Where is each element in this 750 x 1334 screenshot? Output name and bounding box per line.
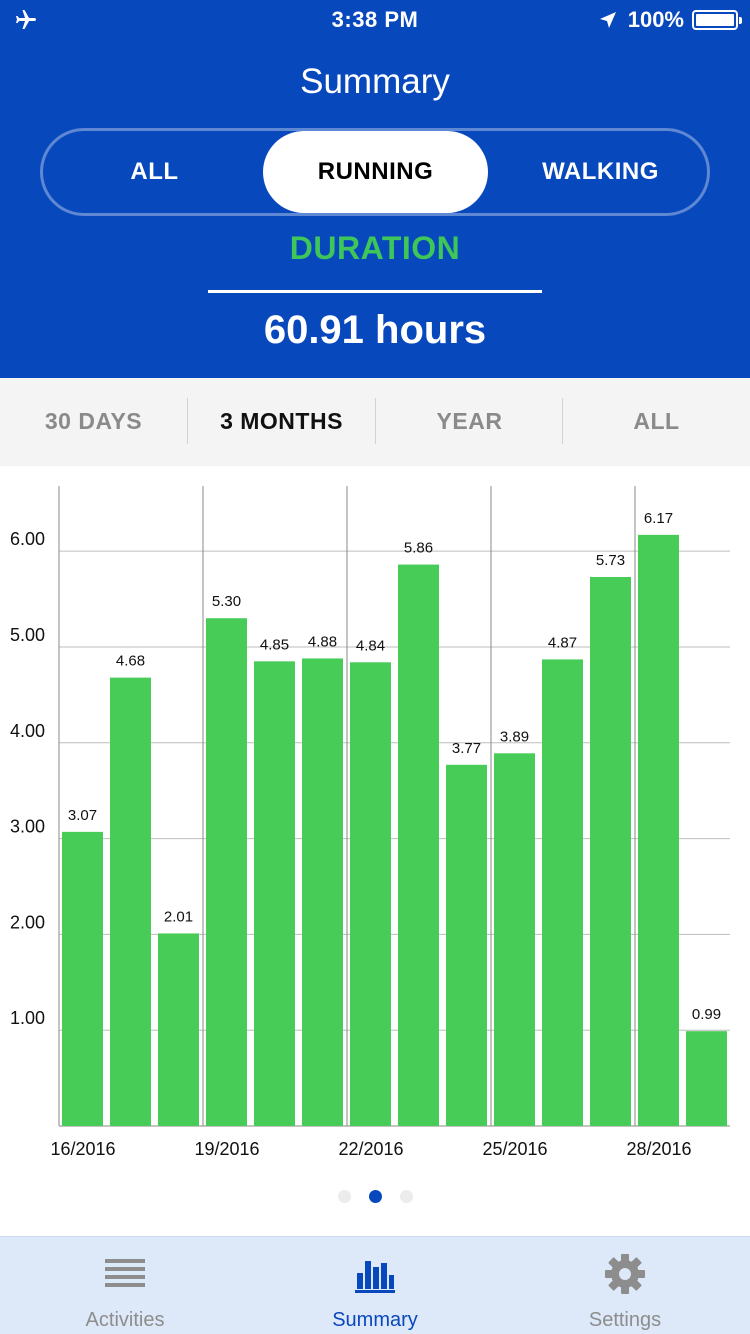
bar bbox=[254, 661, 295, 1126]
segment-all[interactable]: ALL bbox=[43, 131, 266, 213]
bar bbox=[110, 677, 151, 1126]
status-bar: 3:38 PM 100% bbox=[0, 0, 750, 40]
list-icon bbox=[105, 1259, 145, 1287]
bar-value-label: 5.86 bbox=[404, 540, 433, 557]
page-dot-active[interactable] bbox=[368, 1190, 382, 1203]
page-dot[interactable] bbox=[399, 1190, 413, 1203]
location-arrow-icon bbox=[599, 12, 616, 28]
y-tick-label: 3.00 bbox=[10, 817, 45, 837]
duration-chart[interactable]: 1.00 2.00 3.00 4.00 5.00 6.00 16/2016 19/2016 22… bbox=[0, 466, 750, 1176]
bar-value-label: 2.01 bbox=[164, 908, 193, 925]
metric-underline bbox=[208, 290, 542, 293]
bar-value-label: 5.30 bbox=[212, 593, 241, 610]
page-dot[interactable] bbox=[337, 1190, 351, 1203]
page-title: Summary bbox=[300, 62, 450, 101]
bar-value-label: 0.99 bbox=[692, 1006, 721, 1023]
bar-value-label: 4.85 bbox=[260, 636, 289, 653]
bar-value-label: 3.89 bbox=[500, 728, 529, 745]
battery-icon bbox=[692, 10, 742, 30]
status-right: 100% bbox=[598, 6, 742, 34]
bar-value-label: 4.68 bbox=[116, 653, 145, 670]
tab-summary[interactable]: Summary bbox=[250, 1237, 500, 1334]
range-tab-year[interactable]: YEAR bbox=[376, 396, 563, 446]
bar-value-label: 3.07 bbox=[68, 807, 97, 824]
tab-label-summary: Summary bbox=[332, 1309, 418, 1331]
battery-percent: 100% bbox=[627, 7, 684, 32]
bar bbox=[302, 658, 343, 1126]
bar bbox=[398, 564, 439, 1126]
x-tick-label: 25/2016 bbox=[482, 1139, 547, 1159]
metric-label[interactable]: DURATION bbox=[0, 230, 750, 267]
bar bbox=[62, 831, 103, 1126]
bar-value-label: 6.17 bbox=[644, 510, 673, 527]
tab-label-settings: Settings bbox=[588, 1309, 662, 1331]
bar-value-label: 4.84 bbox=[356, 637, 385, 654]
segment-walking[interactable]: WALKING bbox=[489, 131, 712, 213]
header: 3:38 PM 100% Summary ALL RUNNING WALKING… bbox=[0, 0, 750, 378]
bar bbox=[350, 662, 391, 1126]
bar bbox=[638, 534, 679, 1126]
gear-icon bbox=[605, 1254, 645, 1294]
bar bbox=[494, 753, 535, 1126]
y-tick-label: 1.00 bbox=[10, 1008, 45, 1028]
range-tab-3-months[interactable]: 3 MONTHS bbox=[188, 396, 375, 446]
bar-value-label: 4.87 bbox=[548, 634, 577, 651]
y-tick-label: 5.00 bbox=[10, 625, 45, 645]
tab-settings[interactable]: Settings bbox=[500, 1237, 750, 1334]
range-tab-30-days[interactable]: 30 DAYS bbox=[0, 396, 187, 446]
x-tick-label: 19/2016 bbox=[194, 1139, 259, 1159]
y-tick-label: 2.00 bbox=[10, 912, 45, 932]
x-tick-label: 16/2016 bbox=[50, 1139, 115, 1159]
bar bbox=[686, 1031, 727, 1126]
bar-value-label: 3.77 bbox=[452, 740, 481, 757]
bar bbox=[542, 659, 583, 1126]
tab-activities[interactable]: Activities bbox=[0, 1237, 250, 1334]
page-indicator bbox=[0, 1190, 750, 1208]
bar bbox=[590, 577, 631, 1126]
y-tick-label: 4.00 bbox=[10, 721, 45, 741]
x-tick-label: 28/2016 bbox=[626, 1139, 691, 1159]
tab-label-activities: Activities bbox=[85, 1309, 165, 1331]
bar bbox=[446, 764, 487, 1126]
bar-chart[interactable]: 1.00 2.00 3.00 4.00 5.00 6.00 16/2016 19/2016 22… bbox=[0, 466, 750, 1176]
bar bbox=[206, 618, 247, 1126]
bar-value-label: 5.73 bbox=[596, 552, 625, 569]
bar-chart-icon bbox=[355, 1261, 395, 1293]
segment-running[interactable]: RUNNING bbox=[263, 131, 488, 213]
tab-bar: Activities Summary Settings bbox=[0, 1236, 750, 1334]
metric-value: 60.91 hours bbox=[263, 308, 487, 352]
range-tab-bar: 30 DAYS 3 MONTHS YEAR ALL bbox=[0, 378, 750, 466]
range-tab-all[interactable]: ALL bbox=[563, 396, 750, 446]
bar bbox=[158, 933, 199, 1126]
activity-type-segmented-control: ALL RUNNING WALKING bbox=[40, 128, 710, 216]
y-tick-label: 6.00 bbox=[10, 529, 45, 549]
x-tick-label: 22/2016 bbox=[338, 1139, 403, 1159]
bar-value-label: 4.88 bbox=[308, 633, 337, 650]
